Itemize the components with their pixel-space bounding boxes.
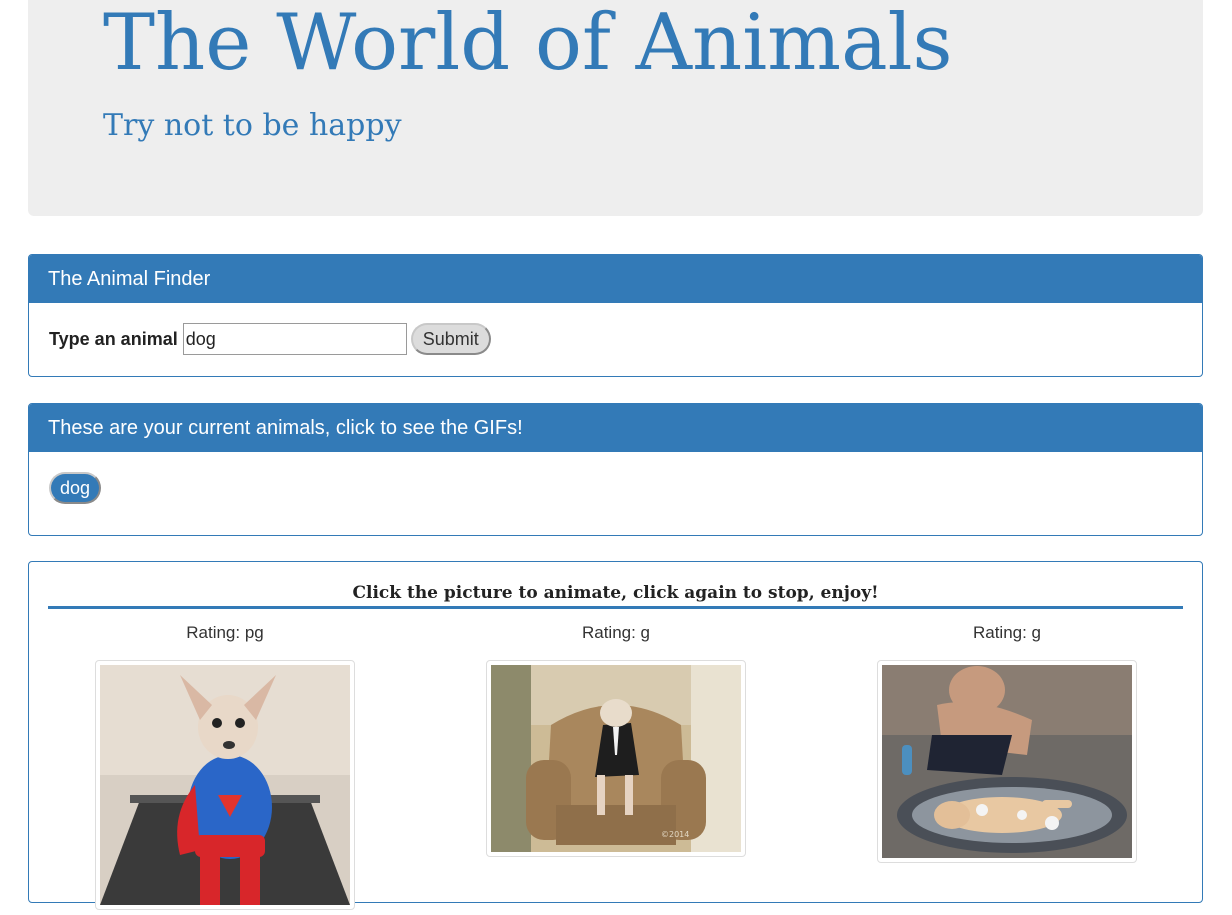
chihuahua-superman-image — [100, 665, 350, 905]
animal-finder-panel: The Animal Finder Type an animal Submit — [28, 254, 1203, 377]
gif-rating: Rating: g — [972, 623, 1042, 642]
animal-finder-form: Type an animal Submit — [49, 322, 491, 356]
page-subtitle: Try not to be happy — [103, 108, 402, 143]
current-animals-heading: These are your current animals, click to… — [29, 404, 1202, 452]
gif-image-chihuahua[interactable] — [95, 660, 355, 910]
gif-rating: Rating: pg — [186, 623, 264, 642]
svg-text:©2014: ©2014 — [661, 830, 689, 839]
animal-input-label: Type an animal — [49, 328, 178, 349]
jumbotron: The World of Animals Try not to be happy — [28, 0, 1203, 216]
gif-image-bath-dog[interactable] — [877, 660, 1137, 863]
gif-card: Rating: g — [876, 622, 1138, 868]
current-animals-panel: These are your current animals, click to… — [28, 403, 1203, 536]
gif-image-armchair-dog[interactable]: ©2014 — [486, 660, 746, 857]
gif-rating: Rating: g — [581, 623, 651, 642]
dog-bath-image — [882, 665, 1132, 858]
submit-button[interactable]: Submit — [410, 323, 491, 355]
animal-input[interactable] — [182, 323, 407, 355]
gifs-instructions: Click the picture to animate, click agai… — [48, 580, 1183, 609]
animal-button-dog[interactable]: dog — [49, 472, 102, 504]
gif-card: Rating: pg — [94, 622, 356, 915]
gifs-panel: Click the picture to animate, click agai… — [28, 561, 1203, 910]
page-title: The World of Animals — [103, 0, 953, 88]
animal-finder-heading: The Animal Finder — [29, 255, 1202, 303]
dog-armchair-image: ©2014 — [491, 665, 741, 852]
gif-card: Rating: g ©2014 — [485, 622, 747, 862]
